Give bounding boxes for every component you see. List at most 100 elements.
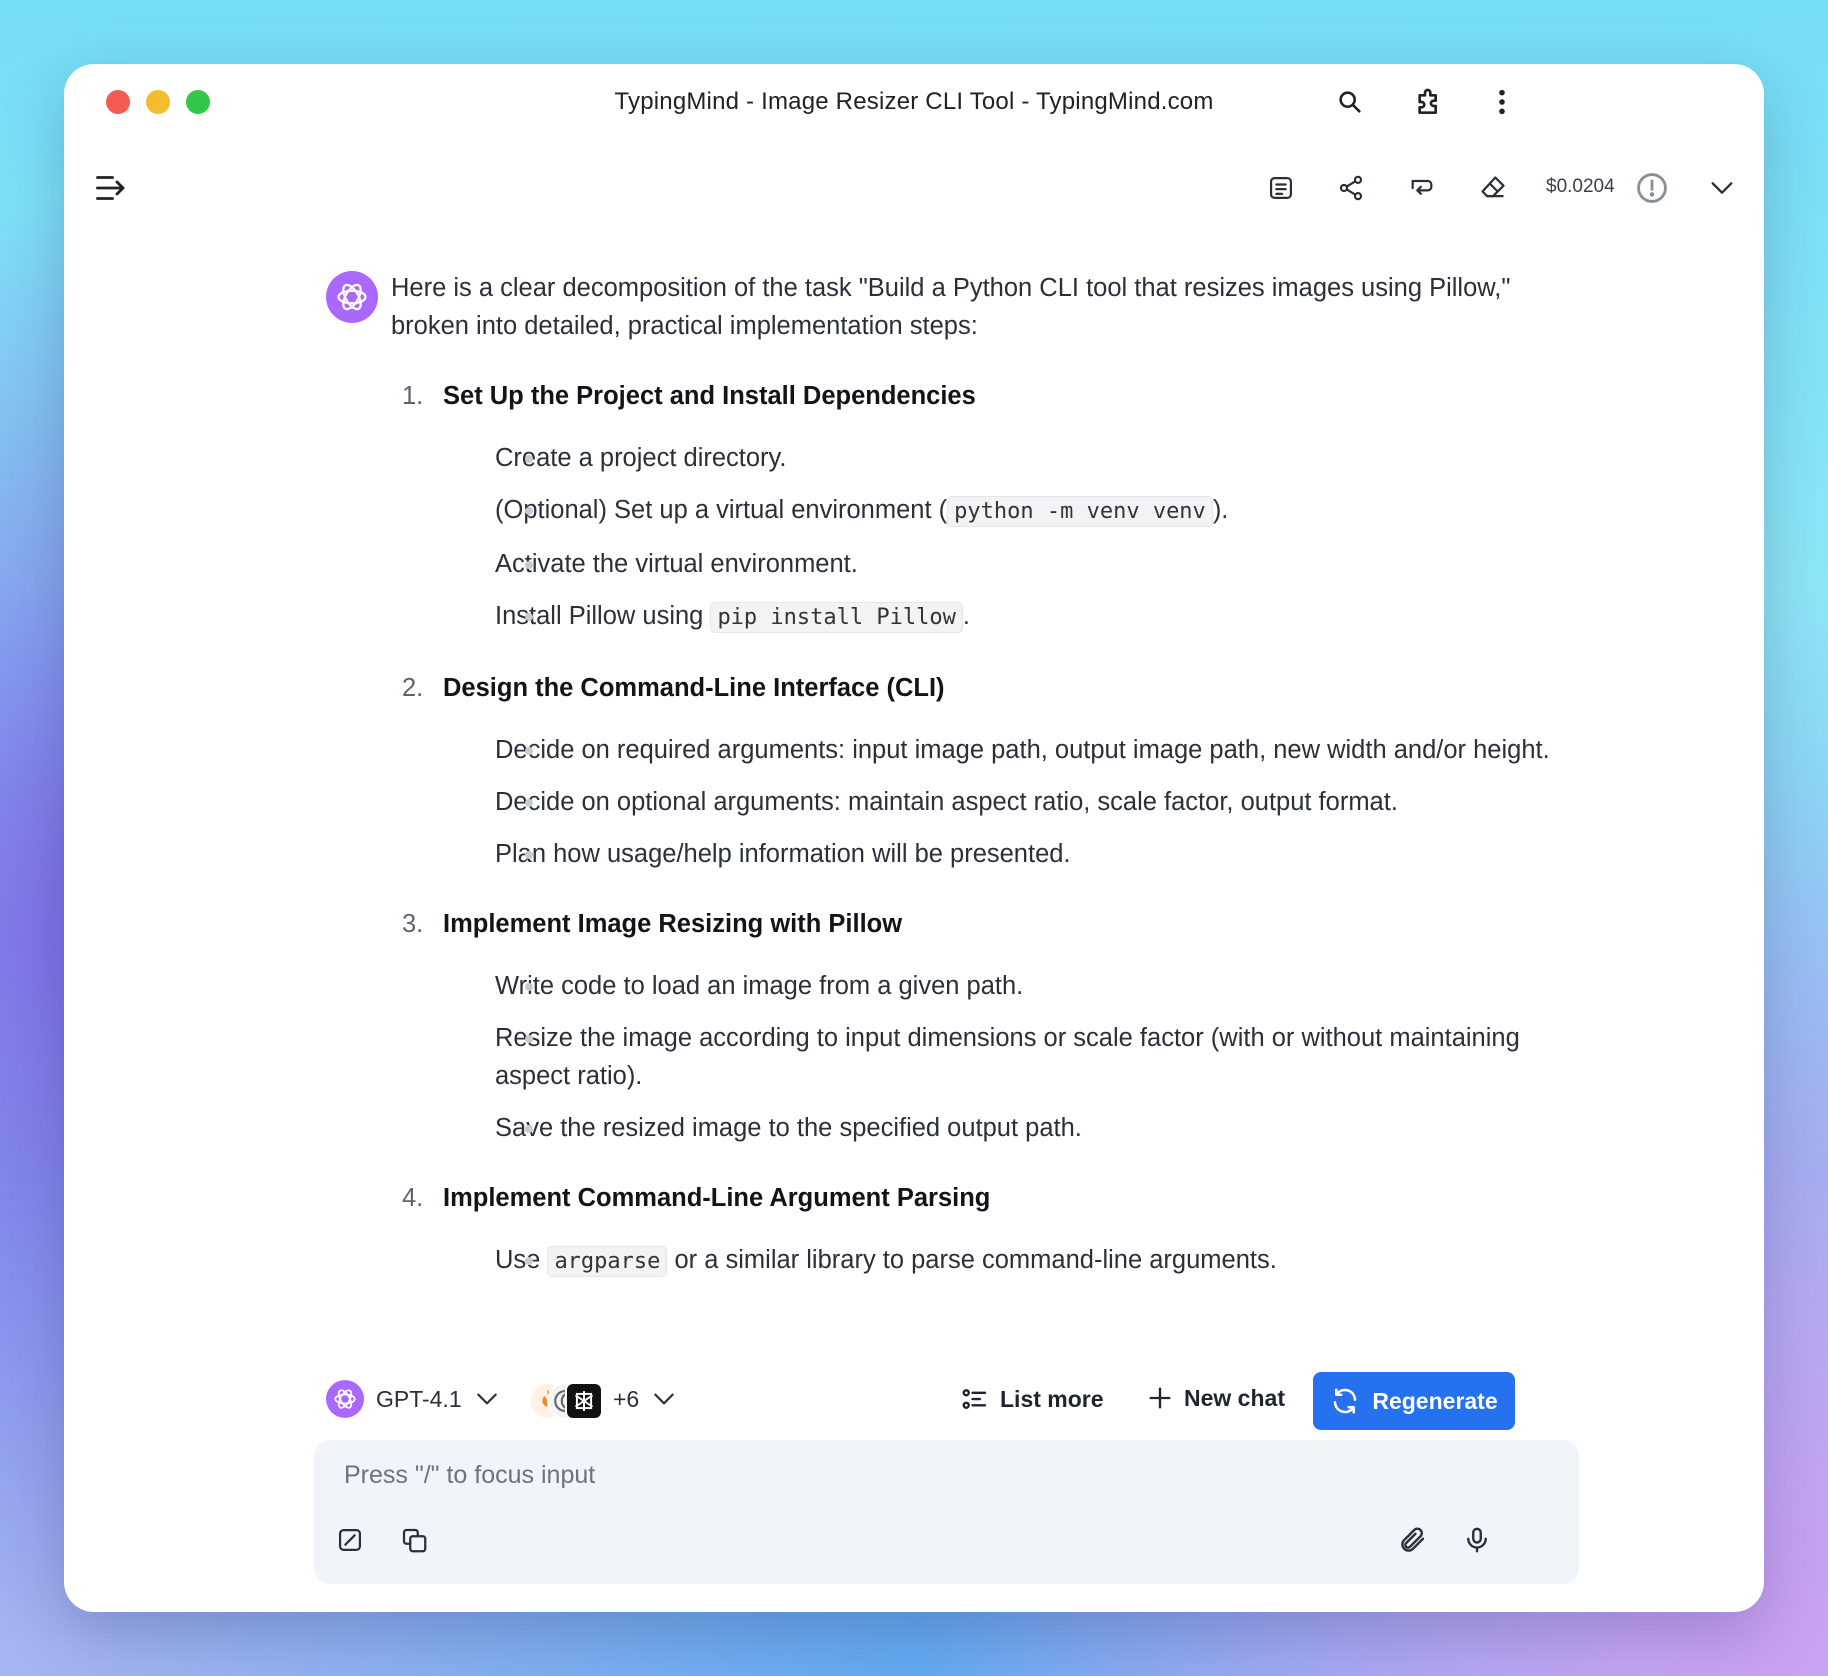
puzzle-icon[interactable] (1411, 84, 1447, 120)
assistant-message: Here is a clear decomposition of the tas… (391, 269, 1571, 1295)
bullet-text: Create a project directory. (495, 444, 787, 472)
notes-icon[interactable] (1261, 168, 1301, 208)
refresh-icon (1334, 1388, 1357, 1414)
more-vertical-icon[interactable] (1484, 84, 1520, 120)
bullet-dot (525, 1035, 533, 1043)
step-item: 2. Design the Command-Line Interface (CLI… (391, 669, 1571, 873)
step-title: 4. Implement Command-Line Argument Parsin… (391, 1179, 1571, 1217)
plugin-icons (529, 1380, 605, 1420)
step-title-text: Implement Image Resizing with Pillow (443, 910, 903, 938)
step-title: 3. Implement Image Resizing with Pillow (391, 905, 1571, 943)
bullet-item: (Optional) Set up a virtual environment … (391, 491, 1571, 531)
bullet-text: Write code to load an image from a given… (495, 972, 1024, 1000)
bullet-text: (Optional) Set up a virtual environment … (495, 496, 948, 524)
plugins-selector[interactable]: +6 (529, 1380, 677, 1420)
plugins-count: +6 (613, 1385, 640, 1412)
step-number: 2. (402, 674, 424, 702)
list-more-label: List more (1000, 1385, 1104, 1412)
bullet-text-after: . (962, 602, 970, 630)
bullet-dot (525, 1257, 533, 1265)
step-item: 3. Implement Image Resizing with Pillow Wr… (391, 905, 1571, 1147)
plus-icon (1149, 1387, 1171, 1409)
chevron-down-icon[interactable] (1702, 168, 1742, 208)
chat-input[interactable] (342, 1460, 1246, 1491)
bullet-list: Write code to load an image from a given… (391, 967, 1571, 1147)
bullet-list: Create a project directory. (Optional) Se… (391, 439, 1571, 637)
step-number: 4. (402, 1184, 424, 1212)
search-icon[interactable] (1332, 84, 1368, 120)
bullet-text-after: or a similar library to parse command-li… (667, 1246, 1277, 1274)
bullet-item: Install Pillow using pip install Pillow. (391, 597, 1571, 637)
model-avatar (326, 1380, 364, 1418)
inline-code: argparse (547, 1246, 668, 1277)
edit-icon[interactable] (330, 1520, 370, 1560)
bullet-text: Activate the virtual environment. (495, 550, 858, 578)
copy-icon[interactable] (394, 1520, 434, 1560)
title-bar: TypingMind - Image Resizer CLI Tool - Ty… (64, 64, 1764, 138)
message-intro: Here is a clear decomposition of the tas… (391, 274, 1511, 340)
bullet-item: Decide on optional arguments: maintain a… (391, 783, 1571, 821)
step-number: 3. (402, 910, 424, 938)
bullet-dot (525, 1125, 533, 1133)
share-icon[interactable] (1331, 168, 1371, 208)
bullet-item: Create a project directory. (391, 439, 1571, 477)
bullet-text: Decide on required arguments: input imag… (495, 736, 1550, 764)
steps-list: 1. Set Up the Project and Install Depende… (391, 377, 1571, 1281)
step-title: 2. Design the Command-Line Interface (CLI… (391, 669, 1571, 707)
step-title-text: Set Up the Project and Install Dependenc… (443, 382, 976, 410)
app-window: TypingMind - Image Resizer CLI Tool - Ty… (64, 64, 1764, 1612)
new-chat-button[interactable]: New chat (1146, 1384, 1285, 1412)
chevron-down-icon (474, 1386, 500, 1412)
bullet-list: Decide on required arguments: input imag… (391, 731, 1571, 873)
bullet-dot (525, 561, 533, 569)
list-more-button[interactable]: List more (960, 1384, 1104, 1414)
inline-code: python -m venv venv (947, 496, 1213, 527)
step-title-text: Design the Command-Line Interface (CLI) (443, 674, 945, 702)
bullet-dot (525, 983, 533, 991)
list-icon (962, 1389, 987, 1409)
bullet-item: Save the resized image to the specified … (391, 1109, 1571, 1147)
bullet-text: Resize the image according to input dime… (495, 1024, 1520, 1090)
bullet-dot (525, 507, 533, 515)
bullet-item: Plan how usage/help information will be … (391, 835, 1571, 873)
regenerate-label: Regenerate (1372, 1387, 1498, 1414)
bullet-text: Plan how usage/help information will be … (495, 840, 1071, 868)
branch-icon[interactable] (1402, 168, 1442, 208)
bullet-item: Resize the image according to input dime… (391, 1019, 1571, 1095)
bullet-item: Use argparse or a similar library to par… (391, 1241, 1571, 1281)
bullet-text-after: ). (1212, 496, 1229, 524)
bullet-list: Use argparse or a similar library to par… (391, 1241, 1571, 1281)
plugin-perplexity-icon (565, 1382, 603, 1420)
bullet-dot (525, 613, 533, 621)
bullet-text: Save the resized image to the specified … (495, 1114, 1082, 1142)
new-chat-label: New chat (1184, 1384, 1285, 1411)
assistant-avatar (326, 271, 378, 323)
step-item: 4. Implement Command-Line Argument Parsin… (391, 1179, 1571, 1281)
bullet-item: Activate the virtual environment. (391, 545, 1571, 583)
step-number: 1. (402, 382, 424, 410)
bullet-dot (525, 851, 533, 859)
step-title: 1. Set Up the Project and Install Depende… (391, 377, 1571, 415)
eraser-icon[interactable] (1473, 168, 1513, 208)
bullet-dot (525, 799, 533, 807)
bullet-text: Use (495, 1246, 548, 1274)
alert-circle-icon[interactable] (1632, 168, 1672, 208)
bullet-item: Decide on required arguments: input imag… (391, 731, 1571, 769)
chevron-down-icon (651, 1386, 677, 1412)
inline-code: pip install Pillow (710, 602, 963, 633)
step-item: 1. Set Up the Project and Install Depende… (391, 377, 1571, 637)
microphone-icon[interactable] (1457, 1520, 1497, 1560)
openai-icon (334, 1389, 356, 1409)
regenerate-button[interactable]: Regenerate (1313, 1372, 1515, 1430)
step-title-text: Implement Command-Line Argument Parsing (443, 1184, 991, 1212)
sidebar-toggle-icon[interactable] (91, 168, 131, 208)
model-name: GPT-4.1 (376, 1385, 462, 1412)
bullet-dot (525, 455, 533, 463)
chat-input-box (314, 1440, 1579, 1584)
bullet-dot (525, 747, 533, 755)
paperclip-icon[interactable] (1393, 1520, 1433, 1560)
bullet-text: Decide on optional arguments: maintain a… (495, 788, 1398, 816)
openai-icon (337, 283, 367, 311)
model-selector[interactable]: GPT-4.1 (326, 1380, 500, 1418)
bullet-item: Write code to load an image from a given… (391, 967, 1571, 1005)
